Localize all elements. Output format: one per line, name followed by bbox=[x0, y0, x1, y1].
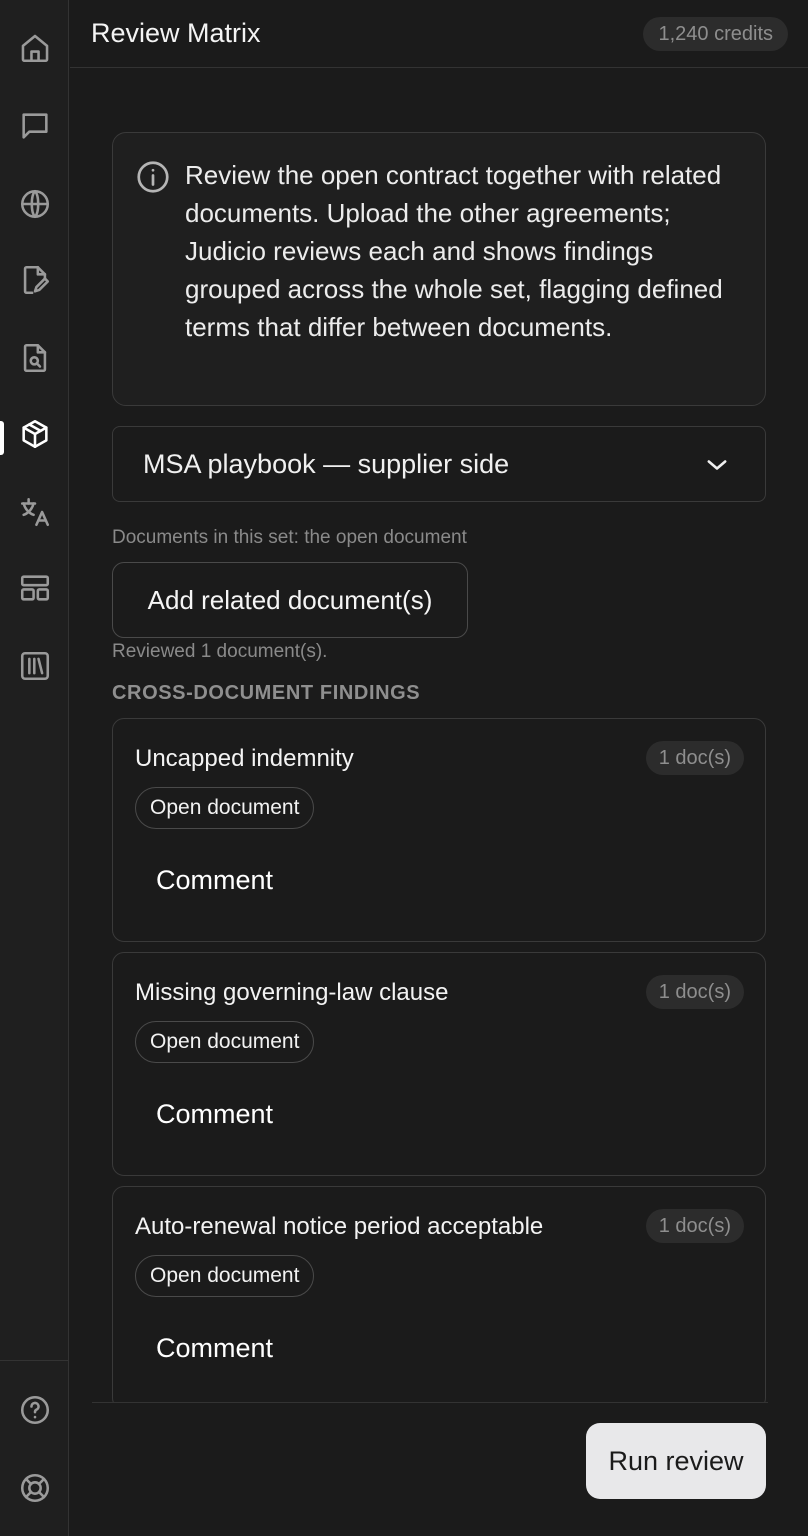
nav-rail bbox=[0, 0, 69, 1536]
document-search-icon bbox=[23, 343, 46, 373]
finding-title: Missing governing-law clause bbox=[135, 979, 449, 1006]
open-document-button[interactable]: Open document bbox=[135, 1021, 315, 1063]
nav-library[interactable] bbox=[0, 636, 69, 696]
nav-home[interactable] bbox=[0, 18, 69, 78]
finding-title: Auto-renewal notice period acceptable bbox=[135, 1213, 544, 1240]
info-panel: Review the open contract together with r… bbox=[112, 132, 766, 406]
finding-title: Uncapped indemnity bbox=[135, 745, 354, 772]
playbook-selected-value: MSA playbook — supplier side bbox=[143, 449, 510, 479]
translate-icon bbox=[20, 497, 49, 527]
nav-divider bbox=[0, 1360, 69, 1361]
open-document-button[interactable]: Open document bbox=[135, 787, 315, 829]
document-edit-icon bbox=[23, 265, 49, 295]
nav-templates[interactable] bbox=[0, 558, 69, 618]
findings-section-title: CROSS-DOCUMENT FINDINGS bbox=[112, 682, 421, 704]
home-icon bbox=[21, 34, 48, 63]
chevron-down-icon bbox=[707, 460, 727, 470]
nav-chat[interactable] bbox=[0, 96, 69, 156]
finding-doc-count: 1 doc(s) bbox=[645, 741, 744, 775]
cube-icon bbox=[21, 419, 48, 449]
library-icon bbox=[20, 651, 49, 681]
finding-doc-count: 1 doc(s) bbox=[645, 975, 744, 1009]
nav-support[interactable] bbox=[0, 1458, 69, 1518]
footer: Run review bbox=[92, 1402, 768, 1536]
finding-comment[interactable]: Comment bbox=[156, 1099, 273, 1130]
finding-card: Auto-renewal notice period acceptable 1 … bbox=[112, 1186, 766, 1410]
finding-card: Uncapped indemnity 1 doc(s) Open documen… bbox=[112, 718, 766, 942]
page-title: Review Matrix bbox=[91, 18, 261, 48]
credits-badge: 1,240 credits bbox=[643, 17, 788, 51]
info-icon bbox=[137, 161, 169, 193]
help-icon bbox=[20, 1395, 49, 1425]
playbook-select[interactable]: MSA playbook — supplier side bbox=[112, 426, 766, 502]
add-related-documents-button[interactable]: Add related document(s) bbox=[112, 562, 468, 638]
chat-icon bbox=[21, 113, 48, 139]
support-icon bbox=[20, 1473, 49, 1503]
finding-comment[interactable]: Comment bbox=[156, 1333, 273, 1364]
nav-help[interactable] bbox=[0, 1380, 69, 1440]
documents-note: Documents in this set: the open document bbox=[112, 527, 467, 548]
nav-draft[interactable] bbox=[0, 250, 69, 310]
nav-web[interactable] bbox=[0, 174, 69, 234]
open-document-button[interactable]: Open document bbox=[135, 1255, 315, 1297]
finding-doc-count: 1 doc(s) bbox=[645, 1209, 744, 1243]
finding-card: Missing governing-law clause 1 doc(s) Op… bbox=[112, 952, 766, 1176]
info-text: Review the open contract together with r… bbox=[185, 160, 723, 342]
globe-icon bbox=[20, 189, 49, 219]
nav-review[interactable] bbox=[0, 328, 69, 388]
reviewed-status: Reviewed 1 document(s). bbox=[112, 641, 328, 662]
finding-comment[interactable]: Comment bbox=[156, 865, 273, 896]
run-review-button[interactable]: Run review bbox=[586, 1423, 766, 1499]
layout-icon bbox=[20, 575, 49, 601]
header: Review Matrix 1,240 credits bbox=[70, 0, 808, 68]
nav-translate[interactable] bbox=[0, 482, 69, 542]
nav-matrix[interactable] bbox=[0, 404, 69, 464]
